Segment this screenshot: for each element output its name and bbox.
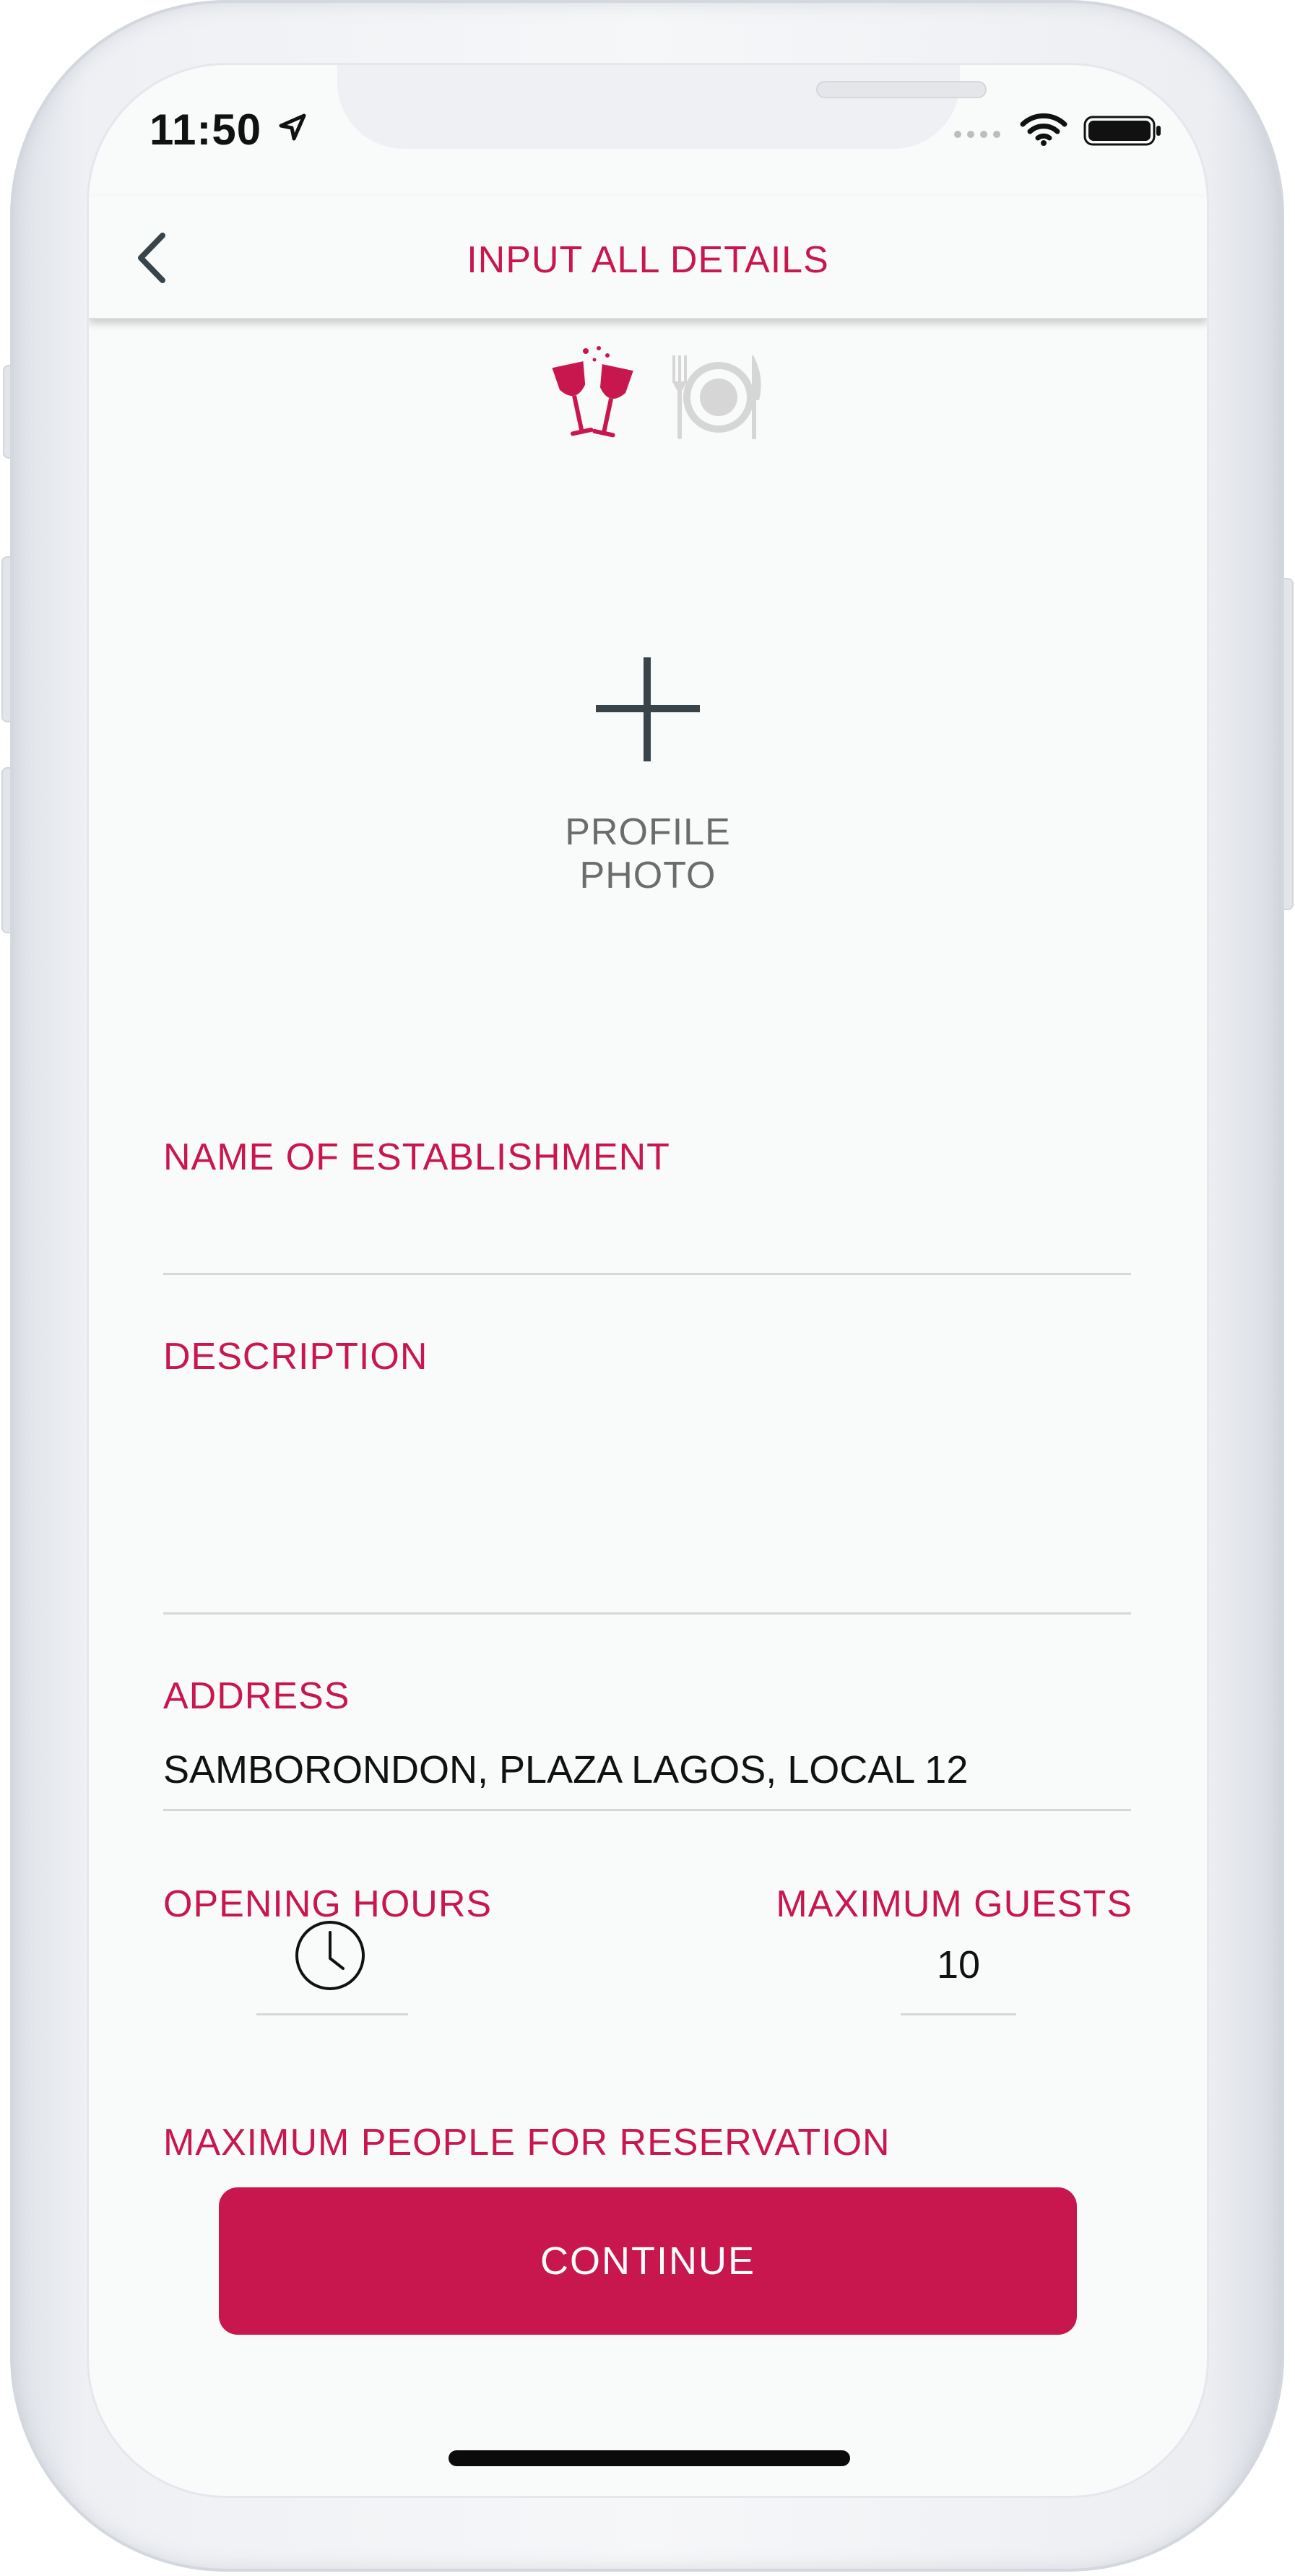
signal-dots-icon: [954, 131, 1000, 138]
address-input[interactable]: [163, 1741, 1131, 1799]
wine-glasses-icon[interactable]: [544, 345, 645, 446]
name-input[interactable]: [163, 1206, 1131, 1264]
name-label: NAME OF ESTABLISHMENT: [163, 1136, 670, 1178]
max-guests-label: MAXIMUM GUESTS: [776, 1883, 1132, 1925]
battery-icon: [1083, 116, 1161, 146]
location-arrow-icon: [279, 113, 306, 141]
address-label: ADDRESS: [163, 1675, 350, 1717]
plate-cutlery-icon[interactable]: [667, 345, 768, 446]
description-input[interactable]: [163, 1399, 1131, 1608]
clock-icon[interactable]: [293, 1918, 368, 1993]
address-underline: [163, 1809, 1131, 1811]
nav-header: INPUT ALL DETAILS: [89, 196, 1207, 319]
max-guests-input[interactable]: [901, 1936, 1016, 1994]
home-indicator: [449, 2450, 850, 2466]
status-icons: [954, 113, 1161, 146]
category-selector: [89, 345, 1207, 454]
name-underline: [163, 1273, 1131, 1275]
max-people-label: MAXIMUM PEOPLE FOR RESERVATION: [163, 2122, 891, 2164]
app-screen: 11:50 INPUT ALL DETAILS PROFILE PHOTO NA…: [89, 65, 1207, 2496]
phone-mockup: 11:50 INPUT ALL DETAILS PROFILE PHOTO NA…: [0, 0, 1295, 2576]
status-time: 11:50: [150, 105, 262, 154]
speaker-grille: [816, 81, 987, 98]
profile-photo-label: PROFILE PHOTO: [565, 811, 731, 896]
page-title: INPUT ALL DETAILS: [467, 239, 829, 281]
profile-photo-picker[interactable]: PROFILE PHOTO: [503, 657, 792, 932]
wifi-icon: [1020, 113, 1067, 146]
opening-hours-underline: [256, 2013, 408, 2015]
description-label: DESCRIPTION: [163, 1336, 428, 1378]
notch: [337, 65, 987, 149]
plus-icon: [596, 657, 700, 761]
max-guests-underline: [901, 2013, 1016, 2015]
description-underline: [163, 1612, 1131, 1615]
continue-button[interactable]: CONTINUE: [219, 2187, 1077, 2335]
